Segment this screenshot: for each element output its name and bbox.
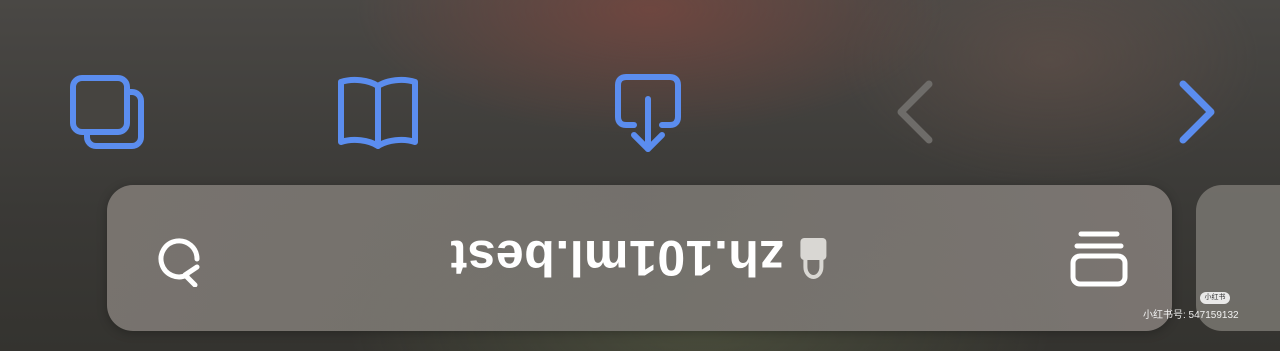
url-text: zh.101ml.best — [450, 230, 785, 286]
tabs-button[interactable] — [62, 70, 152, 154]
chevron-left-icon — [897, 80, 933, 144]
lock-icon — [800, 238, 827, 280]
watermark-text: 小红书号: 547159132 — [1143, 310, 1239, 321]
book-icon — [338, 76, 418, 149]
share-icon — [615, 74, 681, 152]
bottom-toolbar — [0, 60, 1280, 160]
share-button[interactable] — [603, 70, 693, 154]
chevron-right-icon — [1179, 80, 1215, 144]
address-bar[interactable]: zh.101ml.best — [107, 185, 1172, 331]
watermark-badge: 小红书 — [1200, 292, 1230, 304]
page-menu-button[interactable] — [1066, 223, 1132, 293]
url-field[interactable]: zh.101ml.best — [107, 185, 1172, 331]
page-menu-icon — [1070, 231, 1128, 287]
tabs-overview-icon — [70, 75, 144, 149]
bookmarks-button[interactable] — [333, 70, 423, 154]
back-button[interactable] — [870, 70, 960, 154]
forward-button[interactable] — [1150, 70, 1240, 154]
